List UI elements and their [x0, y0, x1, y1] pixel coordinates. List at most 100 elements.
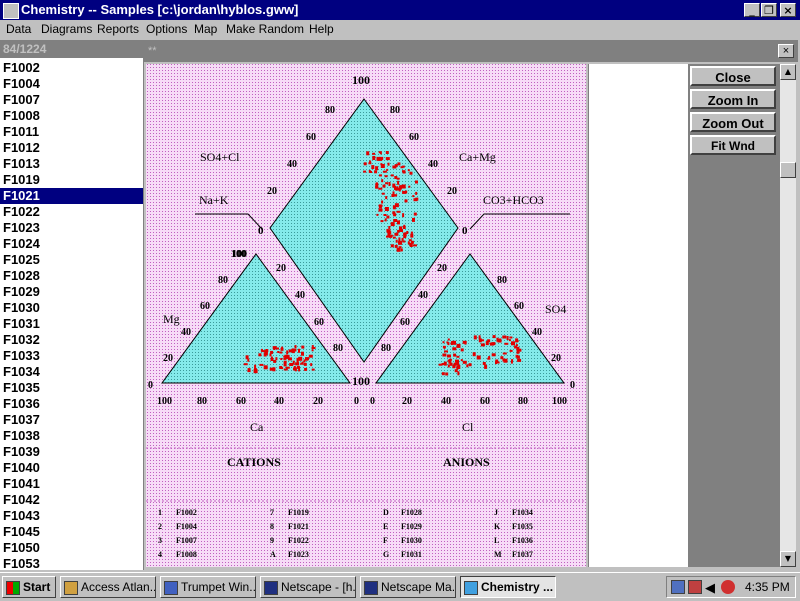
sample-point — [511, 341, 515, 346]
sample-point — [311, 347, 316, 349]
sample-point — [298, 367, 301, 372]
sample-point — [272, 368, 276, 371]
sample-list-item[interactable]: F1024 — [0, 236, 143, 252]
sample-point — [294, 367, 297, 372]
sample-list-item[interactable]: F1022 — [0, 204, 143, 220]
sample-list-item[interactable]: F1007 — [0, 92, 143, 108]
cation-zero: 0 — [148, 380, 153, 391]
sample-list-item[interactable]: F1037 — [0, 412, 143, 428]
menu-diagrams[interactable]: Diagrams — [41, 20, 92, 39]
scroll-thumb[interactable] — [780, 162, 796, 178]
menu-reports[interactable]: Reports — [97, 20, 139, 39]
sample-point — [415, 191, 418, 195]
sample-list-item[interactable]: F1029 — [0, 284, 143, 300]
tray-app-icon[interactable] — [721, 580, 735, 594]
sample-list-item[interactable]: F1002 — [0, 60, 143, 76]
sample-list-item[interactable]: F1034 — [0, 364, 143, 380]
vertical-scrollbar[interactable]: ▲ ▼ — [780, 64, 796, 567]
sample-list-item[interactable]: F1040 — [0, 460, 143, 476]
diamond-left-zero: 0 — [258, 225, 264, 237]
taskbar-item-netscape-1[interactable]: Netscape - [h... — [260, 576, 356, 598]
sample-point — [381, 179, 384, 183]
sample-list-item[interactable]: F1041 — [0, 476, 143, 492]
menu-make-random[interactable]: Make Random — [226, 20, 304, 39]
sample-list-item[interactable]: F1028 — [0, 268, 143, 284]
sample-point — [396, 177, 400, 180]
sample-point — [275, 357, 278, 361]
sample-list-item[interactable]: F1053 — [0, 556, 143, 570]
sample-point — [394, 203, 399, 208]
netscape-mail-icon — [364, 580, 378, 595]
sample-point — [303, 359, 306, 363]
fit-window-button[interactable]: Fit Wnd — [690, 135, 776, 155]
sample-point — [293, 367, 295, 371]
legend-symbol: 1 — [158, 508, 162, 517]
sample-point — [264, 351, 268, 354]
sample-point — [393, 194, 398, 197]
sample-point — [515, 340, 519, 342]
sample-list-item[interactable]: F1011 — [0, 124, 143, 140]
sample-list-item[interactable]: F1030 — [0, 300, 143, 316]
scroll-down-icon[interactable]: ▼ — [780, 551, 796, 567]
menu-help[interactable]: Help — [309, 20, 334, 39]
sample-list-item[interactable]: F1042 — [0, 492, 143, 508]
sample-list-item[interactable]: F1021 — [0, 188, 143, 204]
sample-point — [442, 341, 445, 344]
sample-point — [263, 365, 268, 370]
sample-list-item[interactable]: F1023 — [0, 220, 143, 236]
taskbar-item-trumpet[interactable]: Trumpet Win... — [160, 576, 256, 598]
taskbar-item-netscape-mail[interactable]: Netscape Ma... — [360, 576, 456, 598]
sample-point — [281, 367, 284, 370]
taskbar-item-chemistry[interactable]: Chemistry ... — [460, 576, 556, 598]
taskbar-item-access[interactable]: Access Atlan... — [60, 576, 156, 598]
restore-button[interactable]: ❐ — [761, 3, 777, 17]
sample-list[interactable]: F1002 F1004 F1007 F1008 F1011 F1012 F1013 F1019… — [0, 60, 143, 570]
start-button[interactable]: Start — [2, 576, 56, 598]
sample-point — [392, 236, 396, 239]
sample-point — [258, 353, 262, 357]
menu-data[interactable]: Data — [6, 20, 31, 39]
sample-point — [305, 357, 309, 361]
app-icon[interactable] — [3, 3, 19, 19]
sample-list-item[interactable]: F1013 — [0, 156, 143, 172]
close-window-button[interactable]: × — [780, 3, 796, 17]
zoom-in-button[interactable]: Zoom In — [690, 89, 776, 109]
sample-list-item[interactable]: F1035 — [0, 380, 143, 396]
sample-point — [495, 361, 497, 365]
sample-list-item[interactable]: F1008 — [0, 108, 143, 124]
zoom-out-button[interactable]: Zoom Out — [690, 112, 776, 132]
sample-list-item[interactable]: F1043 — [0, 508, 143, 524]
child-title-bar: ** × — [144, 40, 798, 62]
minimize-button[interactable]: _ — [744, 3, 760, 17]
sample-point — [389, 231, 392, 235]
sample-list-item[interactable]: F1032 — [0, 332, 143, 348]
sample-point — [506, 336, 509, 340]
sample-list-item[interactable]: F1012 — [0, 140, 143, 156]
sample-list-item[interactable]: F1050 — [0, 540, 143, 556]
sample-list-item[interactable]: F1045 — [0, 524, 143, 540]
cation-end-zero: 0 — [354, 396, 359, 407]
scroll-up-icon[interactable]: ▲ — [780, 64, 796, 80]
network-icon[interactable] — [671, 580, 685, 594]
sample-list-item[interactable]: F1039 — [0, 444, 143, 460]
sample-list-item[interactable]: F1033 — [0, 348, 143, 364]
sample-point — [453, 354, 456, 357]
close-button[interactable]: Close — [690, 66, 776, 86]
sample-list-item[interactable]: F1025 — [0, 252, 143, 268]
menu-options[interactable]: Options — [146, 20, 187, 39]
child-close-icon[interactable]: × — [778, 44, 794, 58]
sample-point — [285, 366, 290, 369]
volume-icon[interactable]: ◀ — [705, 578, 715, 598]
sample-point — [460, 348, 464, 352]
sample-point — [402, 226, 406, 229]
diamond-right-tick: 40 — [428, 159, 438, 170]
sample-list-item[interactable]: F1036 — [0, 396, 143, 412]
diamond-left-tick: 60 — [306, 132, 316, 143]
sample-list-item[interactable]: F1019 — [0, 172, 143, 188]
menu-map[interactable]: Map — [194, 20, 217, 39]
monitor-icon[interactable] — [688, 580, 702, 594]
sample-list-item[interactable]: F1004 — [0, 76, 143, 92]
sample-list-item[interactable]: F1038 — [0, 428, 143, 444]
sample-list-item[interactable]: F1031 — [0, 316, 143, 332]
sample-point — [283, 360, 287, 363]
